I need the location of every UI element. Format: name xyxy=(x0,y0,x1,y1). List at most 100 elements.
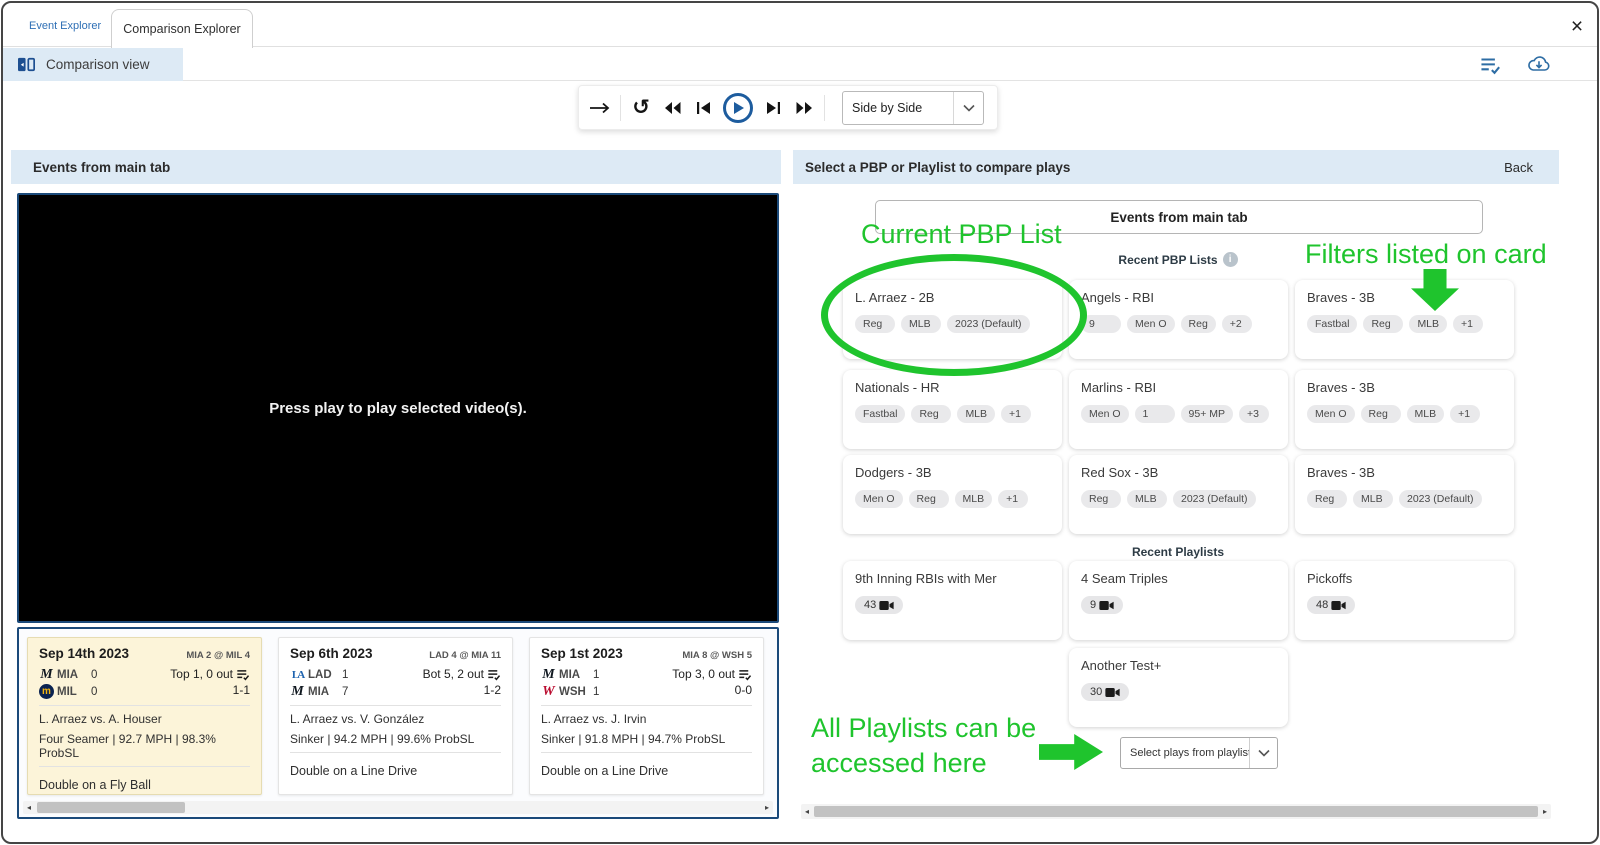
scroll-right-arrow-icon[interactable]: ▸ xyxy=(1539,805,1551,818)
filter-tag: Reg xyxy=(1363,315,1403,333)
recent-playlists-label: Recent Playlists xyxy=(843,545,1513,559)
pbp-card[interactable]: Marlins - RBI Men O 1 95+ MP +3 xyxy=(1069,370,1288,449)
inning-state: Top 1, 0 out xyxy=(170,667,233,681)
playlist-count: 9 xyxy=(1090,599,1096,611)
right-panel-title: Select a PBP or Playlist to compare play… xyxy=(805,160,1070,175)
pitcher-matchup: L. Arraez vs. A. Houser xyxy=(39,712,250,726)
layout-mode-select[interactable]: Side by Side xyxy=(842,91,984,125)
events-row: Sep 14th 2023 MIA 2 @ MIL 4 M MIA 0 m MI… xyxy=(27,637,764,795)
playlist-card[interactable]: 4 Seam Triples 9 xyxy=(1069,561,1288,640)
next-play-icon[interactable] xyxy=(762,97,784,119)
subheader-bar: Comparison view xyxy=(3,48,1597,81)
cloud-download-icon[interactable] xyxy=(1527,54,1549,76)
pitch-count: 0-0 xyxy=(672,683,752,697)
filter-tag: +1 xyxy=(1450,405,1480,423)
pbp-card[interactable]: Braves - 3B Reg MLB 2023 (Default) xyxy=(1295,455,1514,534)
team-abbr: MIL xyxy=(57,686,91,698)
playlist-card[interactable]: Another Test+ 30 xyxy=(1069,648,1288,727)
event-matchup-score: MIA 2 @ MIL 4 xyxy=(186,650,250,661)
events-source-button[interactable]: Events from main tab xyxy=(875,200,1483,234)
tab-comparison-explorer[interactable]: Comparison Explorer xyxy=(111,9,253,48)
inning-state: Bot 5, 2 out xyxy=(423,667,484,681)
team-runs: 7 xyxy=(342,686,348,698)
scroll-left-arrow-icon[interactable]: ◂ xyxy=(23,801,35,814)
filter-tag: Men O xyxy=(1307,405,1355,423)
playlist-count: 43 xyxy=(864,599,876,611)
playlist-count: 30 xyxy=(1090,686,1102,698)
team-runs: 0 xyxy=(91,669,97,681)
back-button[interactable]: Back xyxy=(1504,160,1533,175)
pbp-card-title: Marlins - RBI xyxy=(1081,380,1276,395)
fast-forward-icon[interactable] xyxy=(793,97,815,119)
team-logo-mil: m xyxy=(39,684,54,699)
filter-tag: Reg xyxy=(1181,315,1216,333)
rewind-icon[interactable] xyxy=(661,97,683,119)
playlist-card-title: Pickoffs xyxy=(1307,571,1502,586)
pbp-card[interactable]: Braves - 3B Fastbal Reg MLB +1 xyxy=(1295,280,1514,359)
team-logo-mia: M xyxy=(290,684,305,699)
filter-tag: +1 xyxy=(1001,405,1031,423)
pitch-details: Sinker | 91.8 MPH | 94.7% ProbSL xyxy=(541,732,752,746)
list-check-icon[interactable] xyxy=(1479,54,1501,76)
previous-play-icon[interactable] xyxy=(692,97,714,119)
playlist-card[interactable]: 9th Inning RBIs with Mer 43 xyxy=(843,561,1062,640)
filter-tag: Reg xyxy=(911,405,951,423)
video-placeholder-text: Press play to play selected video(s). xyxy=(269,400,527,417)
scrollbar-track[interactable] xyxy=(813,806,1539,817)
restart-icon[interactable]: ↺ xyxy=(630,97,652,119)
left-panel-header: Events from main tab xyxy=(11,150,781,184)
app-window: Event Explorer Comparison Explorer × Com… xyxy=(1,1,1599,844)
pbp-card[interactable]: Angels - RBI 9 Men O Reg +2 xyxy=(1069,280,1288,359)
event-card[interactable]: Sep 6th 2023 LAD 4 @ MIA 11 LA LAD 1 M M… xyxy=(278,637,513,795)
close-icon[interactable]: × xyxy=(1563,13,1591,41)
playlist-dropdown[interactable]: Select plays from playlist xyxy=(1120,737,1278,769)
scroll-left-arrow-icon[interactable]: ◂ xyxy=(801,805,813,818)
filter-tag: Men O xyxy=(855,490,903,508)
team-abbr: MIA xyxy=(559,669,593,681)
event-card[interactable]: Sep 1st 2023 MIA 8 @ WSH 5 M MIA 1 W WSH… xyxy=(529,637,764,795)
annotation-all-playlists-line2: accessed here xyxy=(811,746,1036,781)
annotation-all-playlists-line1: All Playlists can be xyxy=(811,711,1036,746)
pbp-card-title: Braves - 3B xyxy=(1307,465,1502,480)
play-button[interactable] xyxy=(723,93,753,123)
pbp-card-title: Braves - 3B xyxy=(1307,290,1502,305)
event-matchup-score: MIA 8 @ WSH 5 xyxy=(682,650,752,661)
scrollbar-thumb[interactable] xyxy=(37,802,185,813)
pbp-card-title: Angels - RBI xyxy=(1081,290,1276,305)
comparison-view-header: Comparison view xyxy=(3,48,183,81)
step-through-icon[interactable] xyxy=(589,97,611,119)
right-panel-header: Select a PBP or Playlist to compare play… xyxy=(793,150,1559,184)
event-card[interactable]: Sep 14th 2023 MIA 2 @ MIL 4 M MIA 0 m MI… xyxy=(27,637,262,795)
scrollbar-track[interactable] xyxy=(35,802,761,813)
team-abbr: LAD xyxy=(308,669,342,681)
divider xyxy=(541,705,752,706)
comparison-view-label: Comparison view xyxy=(46,57,150,72)
tab-event-explorer[interactable]: Event Explorer xyxy=(29,20,101,32)
divider xyxy=(39,766,250,767)
scroll-right-arrow-icon[interactable]: ▸ xyxy=(761,801,773,814)
playlist-card-title: 9th Inning RBIs with Mer xyxy=(855,571,1050,586)
filter-tag: Fastbal xyxy=(855,405,905,423)
pbp-card-title: Nationals - HR xyxy=(855,380,1050,395)
filter-tag: Reg xyxy=(855,315,895,333)
info-icon[interactable]: i xyxy=(1223,252,1238,267)
event-date: Sep 14th 2023 xyxy=(39,646,129,661)
playlist-card-title: Another Test+ xyxy=(1081,658,1276,673)
pbp-card[interactable]: Red Sox - 3B Reg MLB 2023 (Default) xyxy=(1069,455,1288,534)
toolbar-divider xyxy=(620,95,621,121)
right-panel-horizontal-scrollbar[interactable]: ◂ ▸ xyxy=(801,804,1551,819)
filter-tag: Reg xyxy=(1081,490,1121,508)
filter-tag: 9 xyxy=(1081,315,1121,333)
events-horizontal-scrollbar[interactable]: ◂ ▸ xyxy=(23,801,773,814)
tab-bar: Event Explorer Comparison Explorer × xyxy=(3,7,1597,47)
pitcher-matchup: L. Arraez vs. V. González xyxy=(290,712,501,726)
playlist-count-badge: 9 xyxy=(1081,596,1123,614)
scrollbar-thumb[interactable] xyxy=(814,806,1538,817)
pbp-card[interactable]: Dodgers - 3B Men O Reg MLB +1 xyxy=(843,455,1062,534)
playlist-count-badge: 43 xyxy=(855,596,903,614)
annotation-all-playlists: All Playlists can be accessed here xyxy=(811,711,1036,781)
pbp-card[interactable]: Nationals - HR Fastbal Reg MLB +1 xyxy=(843,370,1062,449)
playlist-card[interactable]: Pickoffs 48 xyxy=(1295,561,1514,640)
pbp-card[interactable]: L. Arraez - 2B Reg MLB 2023 (Default) xyxy=(843,280,1062,359)
pbp-card[interactable]: Braves - 3B Men O Reg MLB +1 xyxy=(1295,370,1514,449)
